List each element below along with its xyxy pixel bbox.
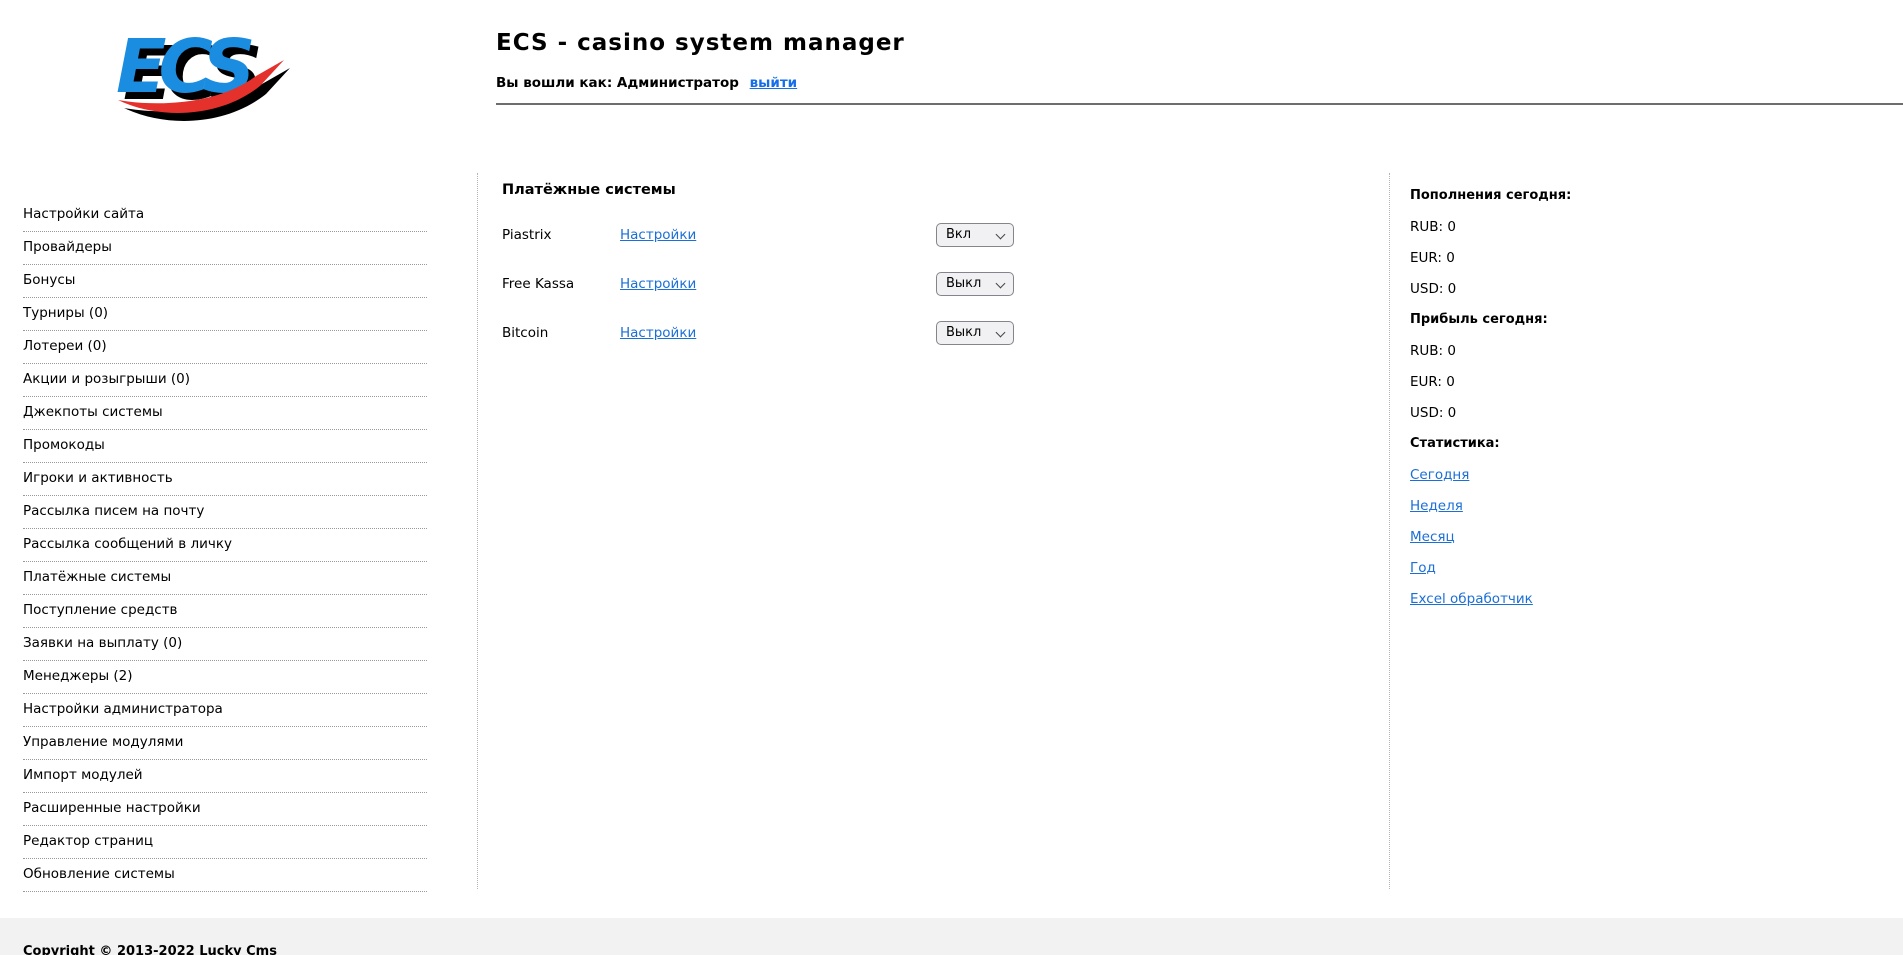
sidebar-item[interactable]: Акции и розыгрыши (0) (23, 364, 427, 397)
deposits-today-lines: RUB: 0 EUR: 0 USD: 0 (1410, 219, 1730, 312)
payment-settings-link[interactable]: Настройки (620, 276, 696, 292)
sidebar-item[interactable]: Джекпоты системы (23, 397, 427, 430)
sidebar-item[interactable]: Игроки и активность (23, 463, 427, 496)
sidebar-item[interactable]: Расширенные настройки (23, 793, 427, 826)
payment-row: Piastrix Настройки Вкл (502, 210, 1014, 259)
ecs-logo: ECS ECS (110, 14, 292, 128)
sidebar-item[interactable]: Управление модулями (23, 727, 427, 760)
payment-rows: Piastrix Настройки Вкл Free Kassa Настройки В… (502, 210, 1014, 357)
sidebar-item[interactable]: Настройки сайта (23, 199, 427, 232)
sidebar-item[interactable]: Промокоды (23, 430, 427, 463)
login-status-label: Вы вошли как: Администратор (496, 75, 739, 91)
sidebar-item[interactable]: Редактор страниц (23, 826, 427, 859)
statistics-link[interactable]: Сегодня (1410, 467, 1469, 483)
profit-today-title: Прибыль сегодня: (1410, 312, 1548, 327)
statistics-link[interactable]: Год (1410, 560, 1436, 576)
stats-panel: Пополнения сегодня: RUB: 0 EUR: 0 USD: 0 П… (1410, 188, 1730, 622)
deposit-amount: USD: 0 (1410, 281, 1457, 297)
sidebar-item[interactable]: Турниры (0) (23, 298, 427, 331)
payment-state-select[interactable]: Выкл (936, 320, 1014, 345)
sidebar-item[interactable]: Лотереи (0) (23, 331, 427, 364)
left-content-divider (477, 173, 478, 889)
payment-settings-link[interactable]: Настройки (620, 325, 696, 341)
statistics-link[interactable]: Excel обработчик (1410, 591, 1533, 607)
sidebar-item[interactable]: Рассылка сообщений в личку (23, 529, 427, 562)
sidebar-item[interactable]: Заявки на выплату (0) (23, 628, 427, 661)
sidebar-item[interactable]: Настройки администратора (23, 694, 427, 727)
statistics-title: Статистика: (1410, 436, 1500, 451)
sidebar-item[interactable]: Рассылка писем на почту (23, 496, 427, 529)
profit-amount: RUB: 0 (1410, 343, 1456, 359)
profit-amount: USD: 0 (1410, 405, 1457, 421)
statistics-link[interactable]: Неделя (1410, 498, 1463, 514)
ecs-logo-icon: ECS ECS (116, 24, 290, 121)
payment-state-select[interactable]: Выкл (936, 271, 1014, 296)
sidebar-menu: Настройки сайта Провайдеры Бонусы Турниры (… (23, 199, 427, 892)
right-content-divider (1389, 173, 1390, 889)
header-divider (496, 103, 1903, 105)
payment-state-select-wrap: Вкл (936, 222, 1014, 247)
statistics-link-row: Неделя (1410, 498, 1730, 529)
statistics-link-row: Excel обработчик (1410, 591, 1730, 622)
payment-settings-link[interactable]: Настройки (620, 227, 696, 243)
sidebar-item[interactable]: Платёжные системы (23, 562, 427, 595)
sidebar-item[interactable]: Бонусы (23, 265, 427, 298)
logout-link[interactable]: выйти (750, 75, 798, 91)
payments-section-title: Платёжные системы (502, 182, 676, 198)
login-status: Вы вошли как: Администратор выйти (496, 75, 797, 91)
copyright-text: Copyright © 2013-2022 Lucky Cms (23, 944, 277, 955)
sidebar-item[interactable]: Менеджеры (2) (23, 661, 427, 694)
payment-name: Bitcoin (502, 324, 549, 341)
statistics-link-row: Год (1410, 560, 1730, 591)
admin-page: { "header": { "logo_text": "ECS", "title… (0, 0, 1903, 955)
footer: Copyright © 2013-2022 Lucky Cms (0, 918, 1903, 955)
statistics-links: Сегодня Неделя Месяц Год Excel обработчик (1410, 467, 1730, 622)
payment-row: Free Kassa Настройки Выкл (502, 259, 1014, 308)
payment-state-select-wrap: Выкл (936, 320, 1014, 345)
sidebar-item[interactable]: Поступление средств (23, 595, 427, 628)
statistics-link-row: Сегодня (1410, 467, 1730, 498)
page-title: ECS - casino system manager (496, 30, 905, 56)
payment-state-select[interactable]: Вкл (936, 222, 1014, 247)
sidebar-item[interactable]: Импорт модулей (23, 760, 427, 793)
statistics-link[interactable]: Месяц (1410, 529, 1455, 545)
payment-row: Bitcoin Настройки Выкл (502, 308, 1014, 357)
payment-name: Free Kassa (502, 275, 575, 292)
deposit-amount: EUR: 0 (1410, 250, 1455, 266)
deposit-amount: RUB: 0 (1410, 219, 1456, 235)
statistics-link-row: Месяц (1410, 529, 1730, 560)
profit-amount: EUR: 0 (1410, 374, 1455, 390)
deposits-today-title: Пополнения сегодня: (1410, 188, 1572, 203)
payment-name: Piastrix (502, 226, 552, 243)
profit-today-lines: RUB: 0 EUR: 0 USD: 0 (1410, 343, 1730, 436)
payment-state-select-wrap: Выкл (936, 271, 1014, 296)
sidebar-item[interactable]: Обновление системы (23, 859, 427, 892)
sidebar-item[interactable]: Провайдеры (23, 232, 427, 265)
